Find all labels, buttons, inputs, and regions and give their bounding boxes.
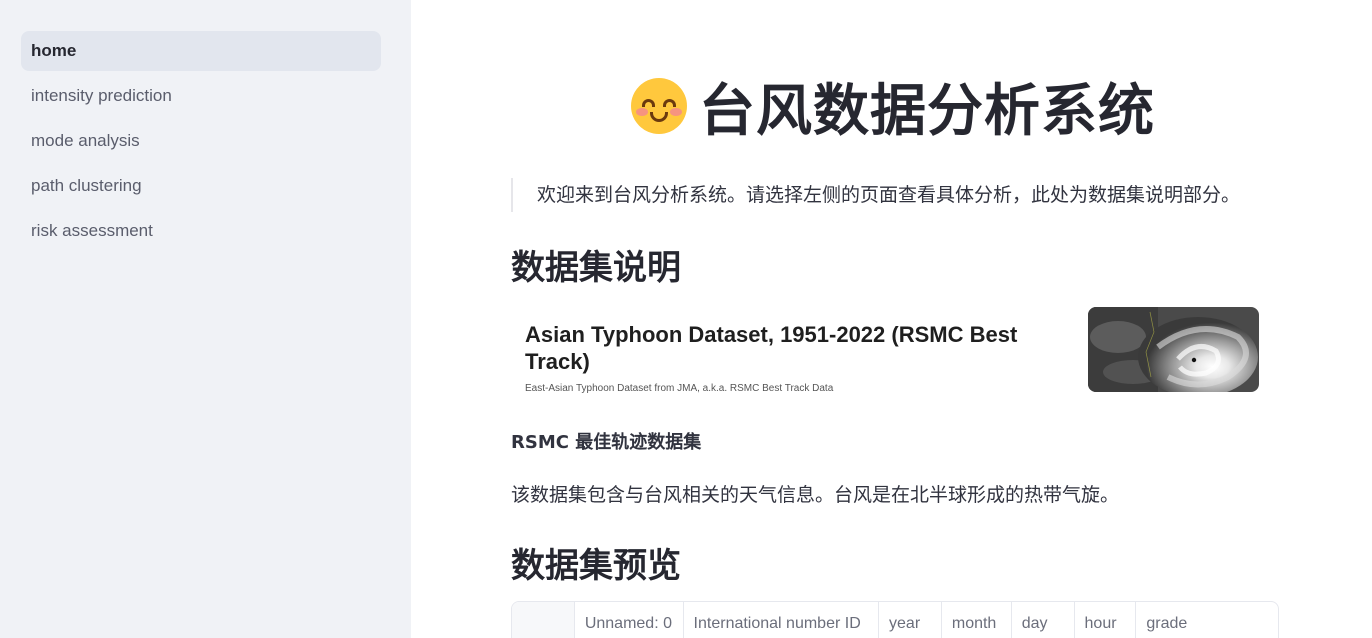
- dataset-preview-heading: 数据集预览: [511, 546, 681, 586]
- table-header-year[interactable]: year: [879, 602, 942, 638]
- dataset-card-title: Asian Typhoon Dataset, 1951-2022 (RSMC B…: [525, 322, 1018, 374]
- sidebar-item-risk-assessment[interactable]: risk assessment: [21, 211, 381, 251]
- table-header-day[interactable]: day: [1012, 602, 1075, 638]
- table-header-index[interactable]: [512, 602, 575, 638]
- table-header-grade[interactable]: grade: [1136, 602, 1278, 638]
- sidebar-item-path-clustering[interactable]: path clustering: [21, 166, 381, 206]
- intro-quote: 欢迎来到台风分析系统。请选择左侧的页面查看具体分析，此处为数据集说明部分。: [511, 178, 1240, 212]
- page-title-row: 台风数据分析系统: [631, 74, 1155, 144]
- sidebar-item-intensity-prediction[interactable]: intensity prediction: [21, 76, 381, 116]
- table-header-unnamed[interactable]: Unnamed: 0: [575, 602, 684, 638]
- table-header-row: Unnamed: 0 International number ID year …: [512, 602, 1278, 638]
- sidebar-item-mode-analysis[interactable]: mode analysis: [21, 121, 381, 161]
- sidebar: home intensity prediction mode analysis …: [0, 0, 411, 638]
- table-header-international-number-id[interactable]: International number ID: [684, 602, 880, 638]
- table-header-month[interactable]: month: [942, 602, 1012, 638]
- dataset-preview-table[interactable]: Unnamed: 0 International number ID year …: [511, 601, 1279, 638]
- main-content: 台风数据分析系统 欢迎来到台风分析系统。请选择左侧的页面查看具体分析，此处为数据…: [411, 0, 1372, 638]
- table-header-hour[interactable]: hour: [1075, 602, 1137, 638]
- dataset-card-subtitle: East-Asian Typhoon Dataset from JMA, a.k…: [525, 383, 834, 394]
- dataset-description-heading: 数据集说明: [511, 248, 681, 288]
- typhoon-satellite-image: [1088, 307, 1259, 392]
- dataset-description-text: 该数据集包含与台风相关的天气信息。台风是在北半球形成的热带气旋。: [511, 484, 1120, 506]
- dataset-card[interactable]: Asian Typhoon Dataset, 1951-2022 (RSMC B…: [511, 303, 1279, 399]
- sidebar-item-home[interactable]: home: [21, 31, 381, 71]
- smiling-face-icon: [631, 78, 687, 134]
- dataset-bold-line: RSMC 最佳轨迹数据集: [511, 432, 702, 453]
- page-title: 台风数据分析系统: [699, 78, 1155, 144]
